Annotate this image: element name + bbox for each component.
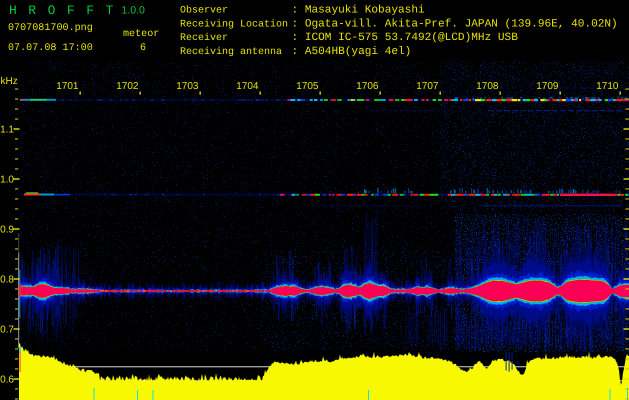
svg-text:1705: 1705 <box>296 81 319 92</box>
svg-text:: Ogata-vill. Akita-Pref. JAPA: : Ogata-vill. Akita-Pref. JAPAN (139.96E… <box>292 17 618 30</box>
svg-text:Receiving Location: Receiving Location <box>180 18 288 30</box>
svg-text:1.0: 1.0 <box>0 175 14 186</box>
svg-text:kHz: kHz <box>1 76 18 87</box>
svg-text:: Masayuki Kobayashi: : Masayuki Kobayashi <box>292 4 425 17</box>
svg-text:1702: 1702 <box>116 81 139 92</box>
svg-text:1706: 1706 <box>356 81 379 92</box>
svg-text:1704: 1704 <box>236 81 259 92</box>
svg-text:1703: 1703 <box>176 81 199 92</box>
svg-text:Observer: Observer <box>180 5 228 17</box>
svg-text:meteor: meteor <box>123 29 159 40</box>
svg-text:1701: 1701 <box>56 81 79 92</box>
svg-text:Receiving antenna: Receiving antenna <box>180 46 282 58</box>
svg-text:: ICOM IC-575 53.7492(@LCD)MHz: : ICOM IC-575 53.7492(@LCD)MHz USB <box>292 31 519 44</box>
svg-text:1707: 1707 <box>416 81 439 92</box>
svg-text:1.0.0: 1.0.0 <box>122 5 146 17</box>
svg-text:1.1: 1.1 <box>0 125 14 136</box>
svg-text:0.8: 0.8 <box>0 275 14 286</box>
svg-text:1709: 1709 <box>536 81 559 92</box>
svg-text:: A504HB(yagi 4el): : A504HB(yagi 4el) <box>292 45 412 58</box>
svg-text:H R O F F T: H R O F F T <box>9 3 115 18</box>
svg-text:0.6: 0.6 <box>0 375 14 386</box>
svg-text:1710: 1710 <box>596 81 619 92</box>
svg-text:1708: 1708 <box>476 81 499 92</box>
svg-text:0707081700.png: 0707081700.png <box>8 23 93 34</box>
svg-text:0.9: 0.9 <box>0 225 14 236</box>
svg-text:0.7: 0.7 <box>0 325 14 336</box>
svg-text:6: 6 <box>140 43 146 54</box>
svg-text:07.07.08 17:00: 07.07.08 17:00 <box>8 43 93 54</box>
svg-text:Receiver: Receiver <box>180 32 228 44</box>
